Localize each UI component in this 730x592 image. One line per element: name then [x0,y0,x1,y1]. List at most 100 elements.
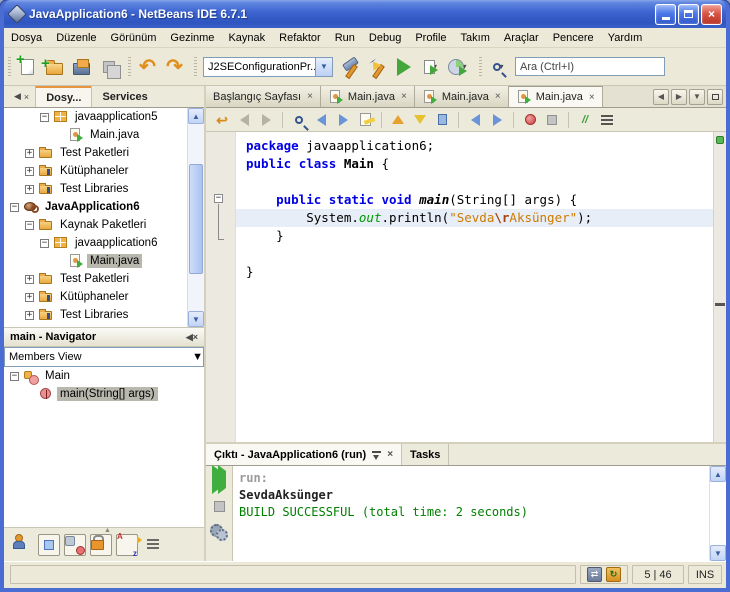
output-close-icon[interactable]: × [387,449,393,460]
expand-icon[interactable]: + [25,292,34,302]
comment-button[interactable]: // [575,110,595,130]
sort-alphabetically-button[interactable] [116,533,138,556]
back-button[interactable] [234,110,254,130]
menu-dosya[interactable]: Dosya [4,29,49,47]
project-tree-item[interactable]: − javaapplication5 [4,108,204,126]
tab-tasks[interactable]: Tasks [402,444,450,465]
new-project-button[interactable] [41,53,68,80]
menu-gezinme[interactable]: Gezinme [163,29,221,47]
clean-build-button[interactable] [363,53,390,80]
sort-by-source-button[interactable] [142,534,164,556]
expand-icon[interactable]: + [25,274,34,284]
ant-settings-button[interactable] [209,522,229,542]
stop-macro-recording-button[interactable] [542,110,562,130]
undo-button[interactable]: ↶ [134,53,161,80]
next-bookmark-button[interactable] [410,110,430,130]
project-tree-item[interactable]: + Test Libraries [4,306,204,324]
stop-button[interactable] [209,496,229,516]
tab-output[interactable]: Çıktı - JavaApplication6 (run) × [206,444,403,465]
debug-project-button[interactable]: ▾ [417,53,444,80]
open-project-button[interactable] [68,53,95,80]
menu-düzenle[interactable]: Düzenle [49,29,103,47]
menu-görünüm[interactable]: Görünüm [104,29,164,47]
start-macro-recording-button[interactable] [520,110,540,130]
find-selection-button[interactable] [289,110,309,130]
uncomment-button[interactable] [597,110,617,130]
project-tree-item[interactable]: − JavaApplication6 [4,198,204,216]
output-dropdown-icon[interactable] [372,450,382,460]
scrollbar-thumb[interactable] [189,164,203,274]
close-tab-icon[interactable]: × [307,91,313,102]
output-scrollbar[interactable]: ▲ ▼ [709,466,726,561]
expand-icon[interactable]: + [25,166,34,176]
maximize-window-button[interactable] [707,88,723,105]
quick-search-input[interactable] [515,57,665,76]
expand-icon[interactable]: + [25,148,34,158]
combo-dropdown-icon[interactable]: ▼ [315,57,332,76]
scroll-tabs-left-button[interactable]: ◀ [653,88,669,105]
members-view-dropdown-icon[interactable]: ▼ [192,351,203,363]
projects-scrollbar[interactable]: ▲ ▼ [187,108,204,327]
shift-left-button[interactable] [465,110,485,130]
rerun-button[interactable] [209,470,229,490]
navigator-tree-item[interactable]: − Main [4,367,204,385]
close-tab-icon[interactable]: × [589,92,595,103]
editor-tab[interactable]: Main.java × [320,86,415,107]
configuration-combo[interactable]: J2SEConfigurationPr... ▼ [203,56,333,77]
show-inherited-members-button[interactable] [12,534,34,556]
close-button[interactable]: × [701,3,722,25]
sync-icon[interactable]: ⇄ [587,567,602,582]
save-all-button[interactable] [95,53,122,80]
tab-list-dropdown-button[interactable]: ▼ [689,88,705,105]
expand-icon[interactable]: + [25,184,34,194]
show-non-public-members-button[interactable] [90,533,112,556]
menu-profile[interactable]: Profile [408,29,453,47]
last-edit-position-button[interactable]: ↩ [212,110,232,130]
collapse-icon[interactable]: − [10,202,19,212]
close-panel-icon[interactable]: × [24,92,29,102]
menu-araçlar[interactable]: Araçlar [497,29,546,47]
new-file-button[interactable] [14,51,41,80]
project-tree-item[interactable]: − javaapplication6 [4,234,204,252]
menu-takım[interactable]: Takım [454,29,497,47]
forward-button[interactable] [256,110,276,130]
menu-refaktor[interactable]: Refaktor [272,29,328,47]
output-scroll-up-icon[interactable]: ▲ [710,466,726,482]
scroll-down-icon[interactable]: ▼ [188,311,204,327]
close-tab-icon[interactable]: × [401,91,407,102]
search-menu-button[interactable]: ▾ [485,53,512,80]
find-previous-button[interactable] [311,110,331,130]
minimize-panel-icon[interactable]: ◀ [14,91,21,102]
editor-area[interactable]: − package javaapplication6; public class … [206,132,726,442]
previous-bookmark-button[interactable] [388,110,408,130]
members-view-combo[interactable]: Members View ▼ [4,347,204,367]
collapse-icon[interactable]: − [25,220,34,230]
minimize-navigator-icon[interactable]: ◀ [186,332,193,343]
code-view[interactable]: package javaapplication6; public class Ma… [236,132,713,442]
editor-tab[interactable]: Main.java × [508,86,603,107]
menu-run[interactable]: Run [328,29,362,47]
minimize-button[interactable] [655,3,676,25]
menu-pencere[interactable]: Pencere [546,29,601,47]
project-tree-item[interactable]: + Kütüphaneler [4,288,204,306]
editor-tab[interactable]: Main.java × [414,86,509,107]
project-tree-item[interactable]: − Kaynak Paketleri [4,216,204,234]
editor-gutter[interactable]: − [206,132,236,442]
navigator-tree-item[interactable]: main(String[] args) [4,385,204,403]
maximize-button[interactable] [678,3,699,25]
titlebar[interactable]: JavaApplication6 - NetBeans IDE 6.7.1 × [4,0,726,28]
project-tree-item[interactable]: Main.java [4,252,204,270]
fold-collapse-icon[interactable]: − [214,194,223,203]
menu-yardım[interactable]: Yardım [601,29,650,47]
project-tree-item[interactable]: + Test Libraries [4,180,204,198]
output-console[interactable]: run: SevdaAksünger BUILD SUCCESSFUL (total… [233,466,709,561]
collapse-icon[interactable]: − [40,112,49,122]
project-tree-item[interactable]: Main.java [4,126,204,144]
project-tree-item[interactable]: + Kütüphaneler [4,162,204,180]
close-tab-icon[interactable]: × [495,91,501,102]
build-button[interactable] [336,53,363,80]
redo-button[interactable]: ↷ [161,53,188,80]
scroll-tabs-right-button[interactable]: ▶ [671,88,687,105]
show-static-members-button[interactable] [64,533,86,556]
output-scroll-down-icon[interactable]: ▼ [710,545,726,561]
